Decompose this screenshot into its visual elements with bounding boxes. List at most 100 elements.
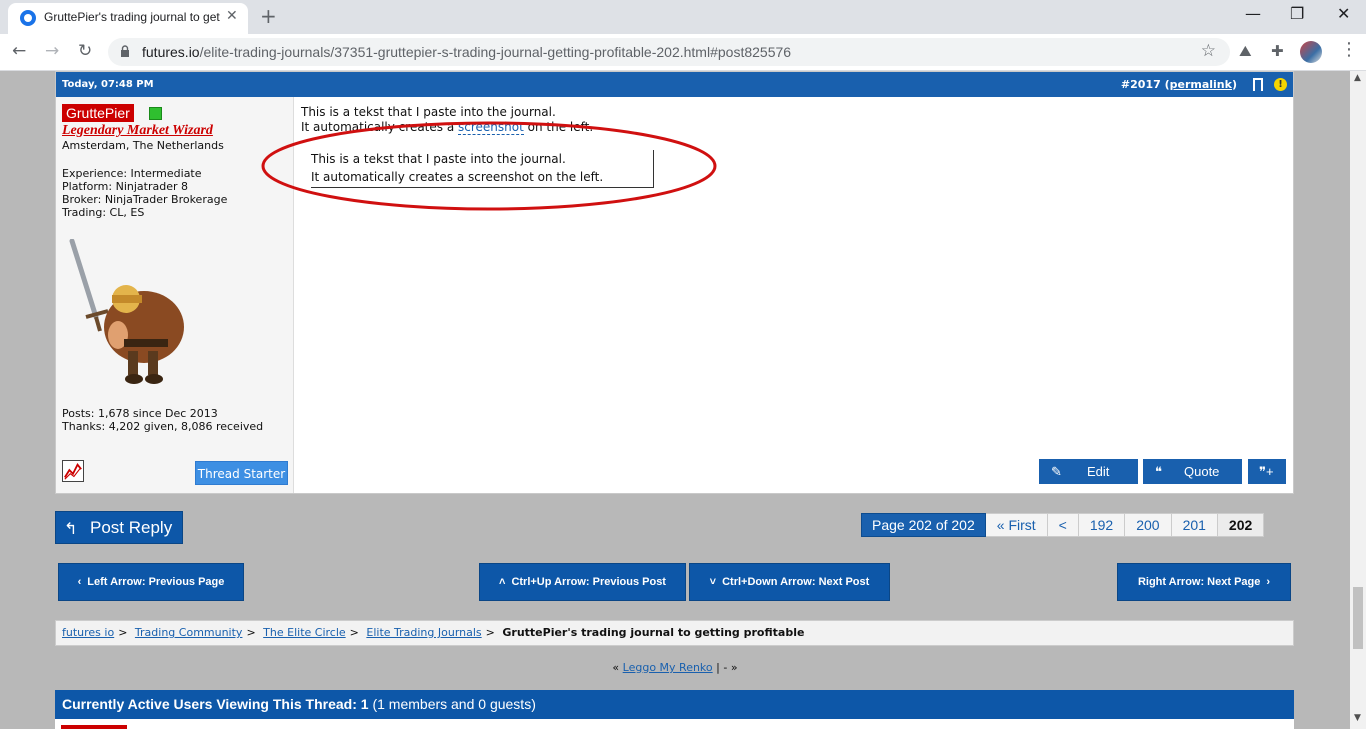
reply-arrow-icon: ↰: [64, 521, 78, 538]
pagination: Page 202 of 202 « First < 192 200 201 20…: [861, 513, 1265, 537]
active-users-header: Currently Active Users Viewing This Thre…: [55, 690, 1294, 719]
forum-post: Today, 07:48 PM #2017 (permalink) ! Grut…: [55, 71, 1294, 494]
renko-suffix: | - »: [716, 661, 738, 674]
page-link-192[interactable]: 192: [1078, 513, 1126, 537]
scroll-down-icon[interactable]: ▼: [1354, 713, 1361, 723]
tab-close-icon[interactable]: ✕: [226, 8, 238, 24]
next-post-button[interactable]: ˅ Ctrl+Down Arrow: Next Post: [689, 563, 890, 601]
bookmark-star-icon[interactable]: ☆: [1201, 41, 1216, 61]
pencil-icon: ✎: [1051, 464, 1062, 479]
edit-button-label: Edit: [1087, 464, 1110, 479]
tab-strip: GruttePier's trading journal to getting …: [0, 0, 1366, 34]
red-highlight-ellipse: [261, 121, 717, 211]
lock-icon: [121, 45, 129, 57]
report-alert-icon[interactable]: !: [1274, 78, 1287, 91]
breadcrumb-separator: >: [246, 626, 256, 639]
profile-avatar[interactable]: [1300, 41, 1322, 63]
previous-post-label: Ctrl+Up Arrow: Previous Post: [511, 576, 666, 588]
user-experience: Experience: Intermediate: [62, 167, 202, 180]
active-users-list: [55, 719, 1294, 729]
minimize-icon[interactable]: —: [1245, 4, 1261, 23]
breadcrumb-elite-circle[interactable]: The Elite Circle: [263, 626, 345, 639]
leggo-my-renko-link[interactable]: Leggo My Renko: [623, 661, 713, 674]
active-users-label: Currently Active Users Viewing This Thre…: [62, 696, 357, 712]
avatar: [69, 239, 184, 384]
thread-navigation-links: « Leggo My Renko | - »: [0, 661, 1350, 674]
active-users-detail: (1 members and 0 guests): [372, 696, 536, 712]
trading-stats-icon[interactable]: [62, 460, 84, 482]
user-platform: Platform: Ninjatrader 8: [62, 180, 188, 193]
tab-title: GruttePier's trading journal to getting …: [44, 10, 220, 24]
url-text: futures.io/elite-trading-journals/37351-…: [142, 44, 791, 60]
page-info: Page 202 of 202: [861, 513, 986, 537]
next-post-label: Ctrl+Down Arrow: Next Post: [722, 576, 870, 588]
previous-post-button[interactable]: ˄ Ctrl+Up Arrow: Previous Post: [479, 563, 686, 601]
next-page-button[interactable]: Right Arrow: Next Page ›: [1117, 563, 1291, 601]
page-prev-link[interactable]: <: [1047, 513, 1079, 537]
renko-prefix: «: [612, 661, 620, 674]
browser-toolbar: ← → ↻ futures.io/elite-trading-journals/…: [0, 34, 1366, 71]
user-broker: Broker: NinjaTrader Brokerage: [62, 193, 228, 206]
breadcrumb-separator: >: [349, 626, 359, 639]
post-number-text: #2017: [1120, 78, 1161, 91]
user-thanks: Thanks: 4,202 given, 8,086 received: [62, 420, 264, 433]
browser-menu-icon[interactable]: ⋮: [1340, 39, 1358, 60]
page-link-200[interactable]: 200: [1125, 513, 1172, 537]
back-arrow-icon[interactable]: ←: [12, 41, 26, 61]
new-tab-icon[interactable]: +: [260, 4, 277, 28]
breadcrumb-separator: >: [485, 626, 495, 639]
page-current: 202: [1217, 513, 1265, 537]
futures-io-favicon-icon: [20, 10, 36, 26]
address-bar[interactable]: futures.io/elite-trading-journals/37351-…: [108, 38, 1230, 66]
chevron-down-icon: ˅: [709, 576, 717, 588]
scroll-up-icon[interactable]: ▲: [1354, 73, 1361, 83]
user-title: Legendary Market Wizard: [62, 123, 213, 138]
previous-page-label: Left Arrow: Previous Page: [87, 576, 225, 588]
post-body-line-1: This is a tekst that I paste into the jo…: [301, 105, 556, 119]
username[interactable]: GruttePier: [62, 104, 134, 122]
page-first-link[interactable]: « First: [985, 513, 1048, 537]
quote-icon: ❝: [1155, 464, 1162, 479]
active-user-chip[interactable]: [61, 725, 127, 729]
forward-arrow-icon[interactable]: →: [45, 41, 59, 61]
edit-button[interactable]: ✎ Edit: [1039, 459, 1138, 484]
online-status-icon: [149, 107, 162, 120]
chevron-left-icon: ‹: [77, 576, 82, 588]
previous-page-button[interactable]: ‹ Left Arrow: Previous Page: [58, 563, 244, 601]
breadcrumb-elite-trading-journals[interactable]: Elite Trading Journals: [366, 626, 481, 639]
chevron-right-icon: ›: [1266, 576, 1271, 588]
page-scrollbar[interactable]: ▲ ▼: [1350, 71, 1366, 729]
user-location: Amsterdam, The Netherlands: [62, 139, 224, 152]
scroll-thumb[interactable]: [1353, 587, 1363, 649]
bookmark-flag-icon[interactable]: [1253, 78, 1263, 91]
url-path: /elite-trading-journals/37351-gruttepier…: [199, 44, 792, 60]
multi-quote-button[interactable]: ❞+: [1248, 459, 1286, 484]
reload-icon[interactable]: ↻: [78, 41, 92, 61]
chevron-up-icon: ˄: [499, 576, 506, 588]
post-reply-button[interactable]: ↰ Post Reply: [55, 511, 183, 544]
permalink-link[interactable]: permalink: [1170, 78, 1232, 91]
page-link-201[interactable]: 201: [1171, 513, 1218, 537]
page-content: Today, 07:48 PM #2017 (permalink) ! Grut…: [0, 71, 1350, 729]
post-date: Today, 07:48 PM: [62, 79, 154, 90]
window-close-icon[interactable]: ✕: [1337, 4, 1350, 23]
thread-starter-badge: Thread Starter: [195, 461, 288, 485]
quote-button-label: Quote: [1184, 464, 1220, 479]
url-host: futures.io: [142, 44, 200, 60]
browser-tab[interactable]: GruttePier's trading journal to getting …: [8, 3, 248, 34]
post-action-bar: ✎ Edit ❝ Quote ❞+: [294, 453, 1293, 493]
breadcrumb: futures io > Trading Community > The Elite…: [55, 620, 1294, 646]
extensions-puzzle-icon[interactable]: ✚: [1271, 42, 1284, 60]
user-trading: Trading: CL, ES: [62, 206, 145, 219]
breadcrumb-current: GruttePier's trading journal to getting …: [502, 626, 805, 639]
breadcrumb-futures-io[interactable]: futures io: [62, 626, 114, 639]
next-page-label: Right Arrow: Next Page: [1137, 576, 1261, 588]
breadcrumb-trading-community[interactable]: Trading Community: [135, 626, 243, 639]
post-number: #2017 (permalink): [1120, 78, 1237, 91]
post-reply-label: Post Reply: [90, 518, 173, 537]
restore-icon[interactable]: ❐: [1290, 4, 1304, 23]
quote-button[interactable]: ❝ Quote: [1143, 459, 1242, 484]
breadcrumb-separator: >: [118, 626, 128, 639]
extension-mountain-icon[interactable]: ⛰: [1239, 42, 1252, 60]
multi-quote-plus-icon: ❞+: [1259, 464, 1274, 479]
